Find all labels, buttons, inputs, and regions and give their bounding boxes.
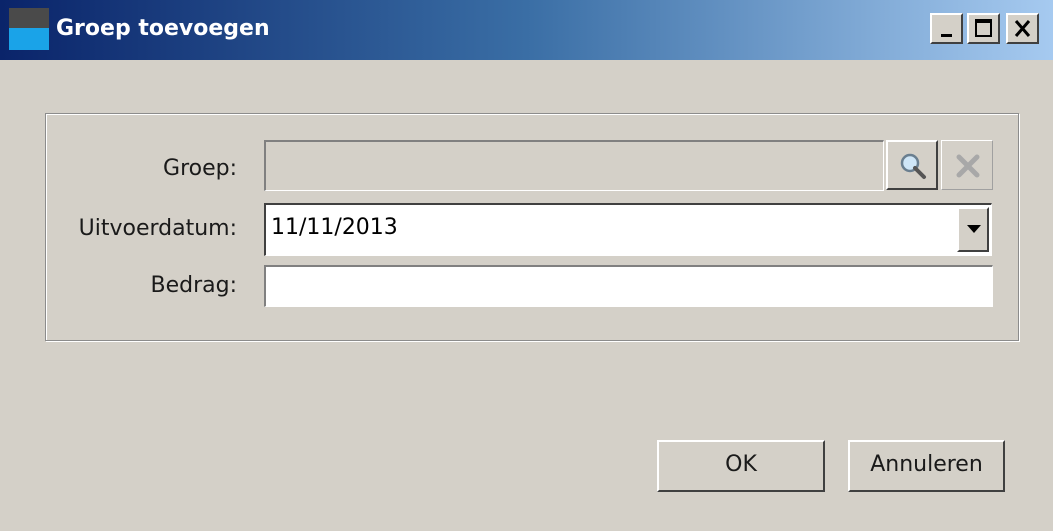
ok-button[interactable]: OK (657, 440, 825, 492)
date-dropdown-button[interactable] (957, 207, 989, 252)
groep-field (264, 140, 884, 191)
uitvoerdatum-field[interactable]: 11/11/2013 (264, 203, 992, 256)
maximize-icon (975, 19, 992, 37)
uitvoerdatum-value: 11/11/2013 (271, 215, 398, 240)
app-icon (9, 8, 49, 50)
window-title: Groep toevoegen (56, 16, 270, 41)
cancel-button[interactable]: Annuleren (848, 440, 1005, 492)
minimize-button[interactable] (930, 13, 963, 44)
bedrag-label: Bedrag: (150, 273, 238, 298)
bedrag-input[interactable] (264, 265, 993, 307)
maximize-button[interactable] (967, 13, 1000, 44)
title-bar[interactable]: Groep toevoegen (0, 0, 1053, 60)
minimize-icon (941, 34, 952, 37)
magnifier-icon (900, 153, 926, 179)
clear-button[interactable] (941, 140, 993, 190)
close-icon (1014, 20, 1031, 37)
groep-label: Groep: (163, 156, 237, 181)
search-button[interactable] (886, 140, 938, 190)
close-button[interactable] (1006, 13, 1039, 44)
clear-x-icon (956, 154, 980, 178)
chevron-down-icon (967, 225, 981, 233)
uitvoerdatum-label: Uitvoerdatum: (78, 216, 237, 241)
